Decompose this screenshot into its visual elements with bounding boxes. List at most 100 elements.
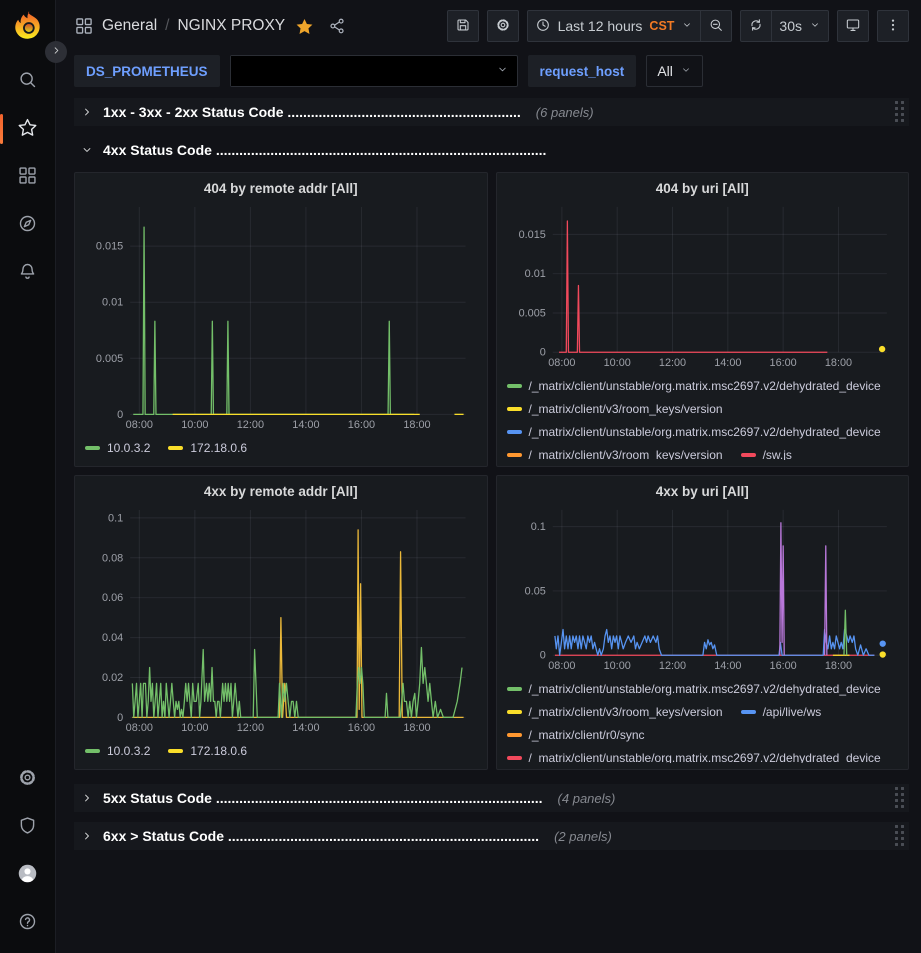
refresh-controls: 30s [740, 10, 829, 42]
panel-title[interactable]: 404 by remote addr [All] [85, 178, 477, 200]
sidebar-item-alerting[interactable] [0, 249, 56, 297]
legend-swatch [85, 749, 100, 753]
breadcrumb: General / NGINX PROXY [102, 17, 285, 35]
panel-legend: /_matrix/client/unstable/org.matrix.msc2… [507, 374, 899, 460]
legend-item[interactable]: /_matrix/client/v3/room_keys/version [507, 448, 723, 461]
favorite-star-icon[interactable] [295, 17, 314, 36]
variable-label-ds-prometheus[interactable]: DS_PROMETHEUS [74, 55, 220, 87]
svg-text:0.05: 0.05 [524, 585, 545, 597]
legend-item[interactable]: /sw.js [741, 448, 792, 461]
legend-item[interactable]: 172.18.0.6 [168, 441, 247, 455]
row-5xx[interactable]: 5xx Status Code ........................… [74, 784, 909, 812]
timeseries-chart[interactable]: 08:0010:0012:0014:0016:0018:0000.0050.01… [507, 200, 899, 372]
legend-item[interactable]: 10.0.3.2 [85, 441, 150, 455]
row-1xx-3xx-2xx[interactable]: 1xx - 3xx - 2xx Status Code ............… [74, 98, 909, 126]
legend-item[interactable]: /_matrix/client/unstable/org.matrix.msc2… [507, 425, 881, 439]
legend-swatch [507, 756, 522, 760]
row-panel-count: (6 panels) [536, 105, 594, 120]
legend-swatch [741, 453, 756, 457]
svg-text:08:00: 08:00 [126, 419, 153, 431]
legend-item[interactable]: /_matrix/client/unstable/org.matrix.msc2… [507, 751, 881, 764]
sidebar-item-help[interactable] [0, 899, 56, 947]
avatar-icon [17, 863, 38, 887]
row-drag-handle[interactable] [895, 825, 905, 847]
svg-text:0.005: 0.005 [518, 307, 545, 319]
row-6xx[interactable]: 6xx > Status Code ......................… [74, 822, 909, 850]
svg-text:0.01: 0.01 [524, 268, 545, 280]
sidebar-item-configuration[interactable] [0, 755, 56, 803]
sidebar-expand-button[interactable] [45, 41, 67, 63]
legend-label: /_matrix/client/unstable/org.matrix.msc2… [529, 379, 881, 393]
time-range-picker[interactable]: Last 12 hours CST [527, 10, 702, 42]
dashboard-content: 1xx - 3xx - 2xx Status Code ............… [56, 90, 921, 850]
legend-swatch [85, 446, 100, 450]
panel-grid: 404 by remote addr [All] 08:0010:0012:00… [74, 172, 909, 770]
svg-text:16:00: 16:00 [769, 660, 796, 672]
share-icon[interactable] [328, 17, 346, 35]
svg-text:0: 0 [539, 650, 545, 662]
legend-swatch [168, 446, 183, 450]
legend-swatch [507, 407, 522, 411]
svg-text:0: 0 [117, 712, 123, 724]
breadcrumb-section[interactable]: General [102, 17, 157, 35]
chevron-right-icon [80, 105, 94, 119]
grafana-logo-icon[interactable] [11, 9, 45, 43]
refresh-button[interactable] [740, 10, 772, 42]
save-dashboard-button[interactable] [447, 10, 479, 42]
legend-label: 172.18.0.6 [190, 441, 247, 455]
panel-title[interactable]: 4xx by uri [All] [507, 481, 899, 503]
svg-text:14:00: 14:00 [292, 722, 319, 734]
row-drag-handle[interactable] [895, 101, 905, 123]
legend-item[interactable]: /_matrix/client/r0/sync [507, 728, 645, 742]
svg-text:0.015: 0.015 [96, 241, 123, 253]
shield-icon [17, 815, 38, 839]
row-title: 1xx - 3xx - 2xx Status Code ............… [103, 104, 521, 120]
refresh-interval-picker[interactable]: 30s [771, 10, 829, 42]
dashboard-settings-button[interactable] [487, 10, 519, 42]
compass-icon [17, 213, 38, 237]
breadcrumb-title[interactable]: NGINX PROXY [177, 17, 285, 35]
legend-item[interactable]: /_matrix/client/v3/room_keys/version [507, 402, 723, 416]
chevron-down-icon [80, 143, 94, 157]
more-options-button[interactable] [877, 10, 909, 42]
sidebar-item-explore[interactable] [0, 201, 56, 249]
zoom-out-button[interactable] [700, 10, 732, 42]
time-range-label: Last 12 hours [558, 18, 643, 34]
svg-text:18:00: 18:00 [403, 722, 430, 734]
sidebar-item-server-admin[interactable] [0, 803, 56, 851]
dashboards-grid-icon[interactable] [74, 16, 94, 36]
legend-item[interactable]: /_matrix/client/unstable/org.matrix.msc2… [507, 682, 881, 696]
variable-value-datasource[interactable] [230, 55, 518, 87]
active-indicator-bar [0, 114, 3, 144]
row-drag-handle[interactable] [895, 787, 905, 809]
panel-title[interactable]: 404 by uri [All] [507, 178, 899, 200]
legend-item[interactable]: 10.0.3.2 [85, 744, 150, 758]
legend-item[interactable]: /_matrix/client/v3/room_keys/version [507, 705, 723, 719]
clock-icon [535, 17, 551, 36]
cycle-view-mode-button[interactable] [837, 10, 869, 42]
sidebar-item-profile[interactable] [0, 851, 56, 899]
timeseries-chart[interactable]: 08:0010:0012:0014:0016:0018:0000.0050.01… [85, 200, 477, 434]
navbar-actions: Last 12 hours CST 30s [447, 10, 909, 42]
sidebar-item-dashboards[interactable] [0, 153, 56, 201]
variable-label-request-host[interactable]: request_host [528, 55, 637, 87]
legend-row: /_matrix/client/unstable/org.matrix.msc2… [507, 420, 899, 443]
legend-item[interactable]: /api/live/ws [741, 705, 822, 719]
svg-text:18:00: 18:00 [824, 660, 851, 672]
chevron-right-icon [80, 791, 94, 805]
legend-swatch [741, 710, 756, 714]
chevron-down-icon [680, 63, 692, 79]
svg-text:12:00: 12:00 [237, 722, 264, 734]
timeseries-chart[interactable]: 08:0010:0012:0014:0016:0018:0000.050.1 [507, 503, 899, 675]
panel-title[interactable]: 4xx by remote addr [All] [85, 481, 477, 503]
timeseries-chart[interactable]: 08:0010:0012:0014:0016:0018:0000.020.040… [85, 503, 477, 737]
help-icon [17, 911, 38, 935]
variable-value-request-host[interactable]: All [646, 55, 703, 87]
sidebar-item-starred[interactable] [0, 105, 56, 153]
legend-item[interactable]: /_matrix/client/unstable/org.matrix.msc2… [507, 379, 881, 393]
row-4xx[interactable]: 4xx Status Code ........................… [74, 136, 909, 164]
row-title: 4xx Status Code ........................… [103, 142, 546, 158]
legend-item[interactable]: 172.18.0.6 [168, 744, 247, 758]
sidebar-item-search[interactable] [0, 57, 56, 105]
svg-text:0.015: 0.015 [518, 229, 545, 241]
